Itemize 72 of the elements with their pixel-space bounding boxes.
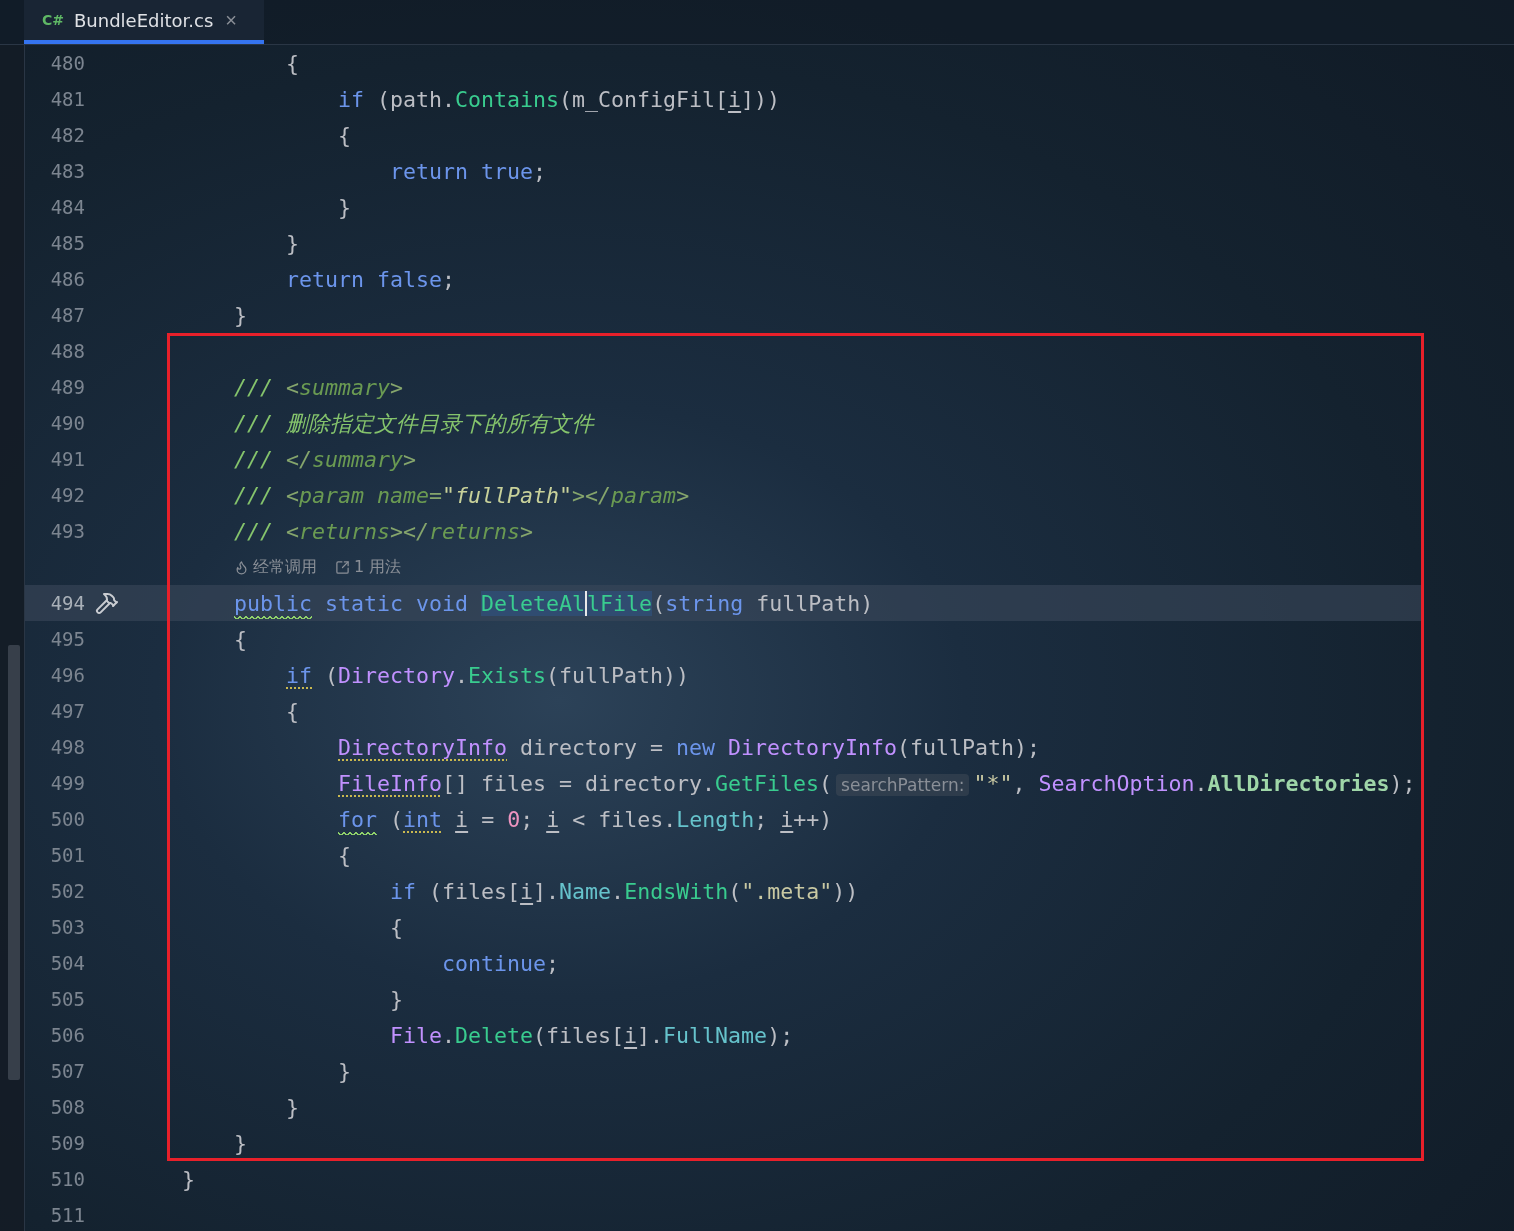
line-number: 482 [49, 124, 85, 146]
line-number: 485 [49, 232, 85, 254]
code-line: if (path.Contains(m_ConfigFil[i])) [337, 86, 781, 112]
file-tab[interactable]: C# BundleEditor.cs × [24, 0, 264, 44]
code-line: return false; [285, 266, 456, 292]
line-number: 503 [49, 916, 85, 938]
line-number: 510 [49, 1168, 85, 1190]
code-line: } [337, 1058, 352, 1084]
code-line: DirectoryInfo directory = new DirectoryInfo(fullPath); [337, 734, 1041, 760]
close-button[interactable]: × [223, 8, 239, 32]
inlay-hint[interactable]: 1 用法 [335, 556, 402, 578]
line-number: 506 [49, 1024, 85, 1046]
code-line: } [233, 1130, 248, 1156]
inlay-hint[interactable]: 经常调用 [234, 556, 317, 578]
code-line: { [285, 50, 300, 76]
code-line: /// 删除指定文件目录下的所有文件 [233, 409, 595, 438]
line-number: 497 [49, 700, 85, 722]
code-line: { [337, 842, 352, 868]
line-number: 489 [49, 376, 85, 398]
line-number: 484 [49, 196, 85, 218]
code-line: { [337, 122, 352, 148]
line-number: 499 [49, 772, 85, 794]
scrollbar-thumb[interactable] [8, 645, 20, 1080]
code-line: /// <returns></returns> [233, 518, 534, 544]
code-line: /// <summary> [233, 374, 404, 400]
code-line: return true; [389, 158, 547, 184]
line-number: 488 [49, 340, 85, 362]
code-line: if (Directory.Exists(fullPath)) [285, 662, 690, 688]
code-line: /// </summary> [233, 446, 417, 472]
line-number: 502 [49, 880, 85, 902]
line-number: 491 [49, 448, 85, 470]
code-line: if (files[i].Name.EndsWith(".meta")) [389, 878, 859, 904]
line-number: 501 [49, 844, 85, 866]
code-line: } [285, 230, 300, 256]
tab-title: BundleEditor.cs [74, 9, 214, 31]
code-line: { [285, 698, 300, 724]
code-line: } [233, 302, 248, 328]
line-number: 496 [49, 664, 85, 686]
hammer-icon[interactable] [95, 591, 119, 615]
line-number: 509 [49, 1132, 85, 1154]
code-line: /// <param name="fullPath"></param> [233, 482, 690, 508]
code-line: } [181, 1166, 195, 1192]
line-number: 492 [49, 484, 85, 506]
arrow-box-icon [335, 559, 350, 575]
line-number: 507 [49, 1060, 85, 1082]
code-line: } [337, 194, 352, 220]
line-number: 490 [49, 412, 85, 434]
code-line: for (int i = 0; i < files.Length; i++) [167, 806, 833, 832]
line-number: 480 [49, 52, 85, 74]
flame-icon [234, 559, 249, 575]
code-line: { [233, 626, 248, 652]
line-number: 498 [49, 736, 85, 758]
line-number: 486 [49, 268, 85, 290]
line-number: 487 [49, 304, 85, 326]
language-label: C# [42, 12, 64, 28]
code-line: continue; [441, 950, 560, 976]
line-number: 481 [49, 88, 85, 110]
code-line: public static void DeleteAl lFile(string fullPath) [167, 590, 874, 616]
code-line: FileInfo[] files = directory.GetFiles( searchPattern: "*", SearchOption.AllDirectories); [337, 770, 1416, 796]
line-number: 511 [49, 1204, 85, 1226]
line-number: 494 [49, 592, 85, 614]
code-line: } [285, 1094, 300, 1120]
code-line: File.Delete(files[i].FullName); [389, 1022, 794, 1048]
line-number: 505 [49, 988, 85, 1010]
line-number: 493 [49, 520, 85, 542]
line-number: 508 [49, 1096, 85, 1118]
code-line: { [389, 914, 404, 940]
line-number: 483 [49, 160, 85, 182]
line-number: 504 [49, 952, 85, 974]
line-number: 500 [49, 808, 85, 830]
code-line: } [389, 986, 404, 1012]
line-number: 495 [49, 628, 85, 650]
